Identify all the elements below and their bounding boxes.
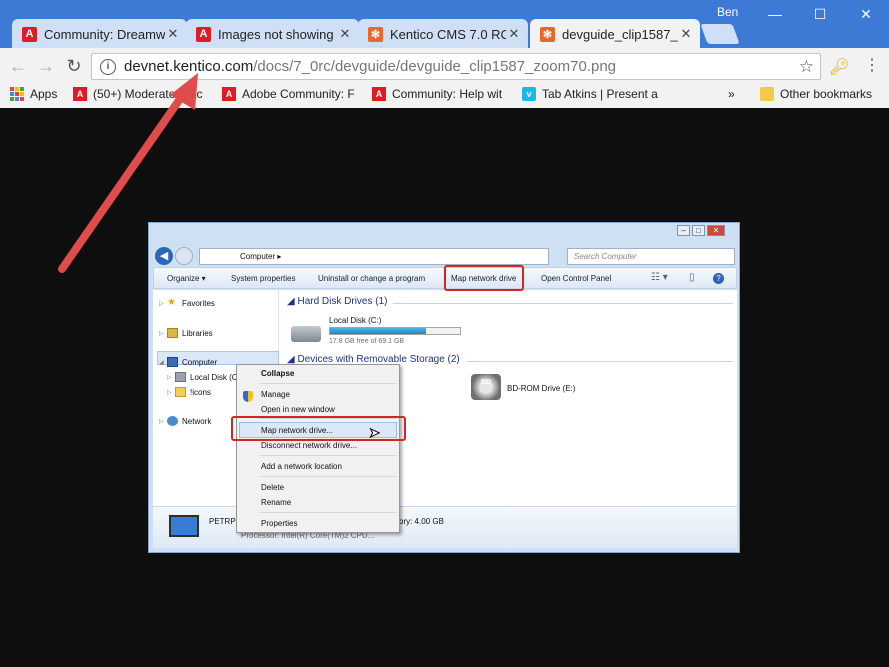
arrow-shaft xyxy=(58,92,186,273)
annotation-arrow xyxy=(58,73,198,273)
